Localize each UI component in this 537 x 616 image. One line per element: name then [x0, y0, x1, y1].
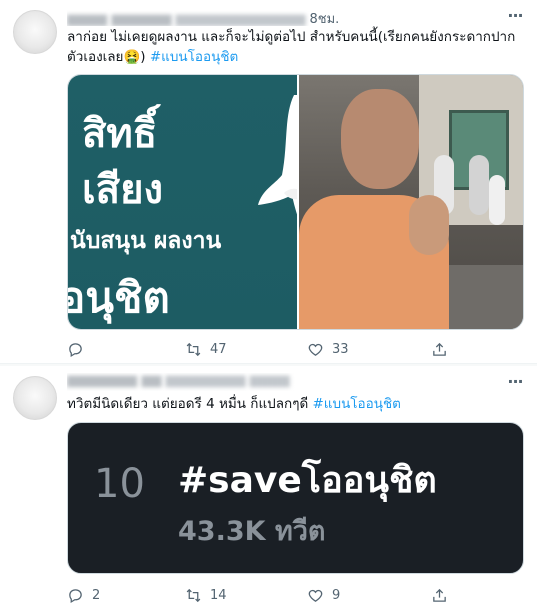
- tweet-body: ทวิตมีนิดเดียว แต่ยอดรี 4 หมื่น ก็แปลกๆด…: [67, 396, 313, 412]
- poster-line: สิทธิ์: [82, 111, 158, 157]
- tweet-actions: 47 33: [67, 338, 523, 360]
- avatar[interactable]: [13, 10, 57, 54]
- author-name-blurred[interactable]: ▆▆▆▆▆▆▆ ▆▆: [67, 373, 162, 388]
- bystander-shape: [469, 155, 489, 215]
- photo-image[interactable]: [299, 75, 523, 329]
- reply-icon: [69, 588, 82, 603]
- trend-rank: 10: [94, 461, 145, 507]
- like-button[interactable]: 9: [307, 584, 340, 606]
- hashtag-link[interactable]: #แบนโออนุชิต: [150, 49, 238, 65]
- tweet-body: ลาก่อย ไม่เคยดูผลงาน และก็จะไม่ดูต่อไป ส…: [67, 29, 516, 65]
- reply-count: 2: [92, 587, 101, 603]
- retweet-icon: [186, 342, 201, 356]
- poster-image[interactable]: สิทธิ์ เสียง นับสนุน ผลงาน อนุชิต: [68, 75, 297, 329]
- bystander-shape: [489, 175, 505, 225]
- tweet-header: ▆▆▆▆▆▆▆ ▆▆ ▆▆▆▆▆▆▆▆ ▆▆▆▆: [67, 373, 501, 391]
- author-name-blurred[interactable]: ▆▆▆▆ ▆▆▆▆▆▆: [67, 12, 172, 26]
- author-handle-blurred[interactable]: ▆▆▆▆▆▆▆▆▆▆▆▆▆: [176, 12, 306, 26]
- hashtag-link[interactable]: #แบนโออนุชิต: [313, 396, 401, 412]
- retweet-button[interactable]: 14: [185, 584, 227, 606]
- tweet-2[interactable]: ▆▆▆▆▆▆▆ ▆▆ ▆▆▆▆▆▆▆▆ ▆▆▆▆ ··· ทวิตมีนิดเดี…: [0, 366, 537, 616]
- like-count: 9: [332, 587, 341, 603]
- like-button[interactable]: 33: [307, 338, 349, 360]
- retweet-icon: [186, 588, 201, 602]
- heart-icon: [308, 343, 323, 356]
- author-handle-blurred[interactable]: ▆▆▆▆▆▆▆▆ ▆▆▆▆: [166, 373, 290, 388]
- more-icon[interactable]: ···: [505, 8, 525, 26]
- heart-icon: [308, 589, 323, 602]
- poster-line: เสียง: [82, 167, 164, 213]
- tweet-time[interactable]: 8ชม.: [309, 12, 339, 26]
- reply-button[interactable]: [67, 338, 92, 360]
- like-count: 33: [332, 341, 349, 357]
- share-icon: [433, 588, 446, 602]
- poster-line: อนุชิต: [68, 273, 170, 322]
- tweet-text: ทวิตมีนิดเดียว แต่ยอดรี 4 หมื่น ก็แปลกๆด…: [67, 394, 523, 414]
- retweet-count: 14: [210, 587, 227, 603]
- tweet-1[interactable]: ▆▆▆▆ ▆▆▆▆▆▆ ▆▆▆▆▆▆▆▆▆▆▆▆▆ 8ชม. ··· ลาก่อย …: [0, 0, 537, 364]
- man-head-shape: [341, 89, 419, 189]
- tweet-media[interactable]: สิทธิ์ เสียง นับสนุน ผลงาน อนุชิต: [67, 74, 524, 330]
- dove-icon: [258, 95, 297, 215]
- retweet-count: 47: [210, 341, 227, 357]
- reply-button[interactable]: 2: [67, 584, 100, 606]
- poster-line: นับสนุน ผลงาน: [70, 228, 222, 254]
- trend-hashtag: #saveโออนุชิต: [178, 460, 437, 501]
- hands-shape: [409, 195, 449, 255]
- trend-screenshot[interactable]: 10 #saveโออนุชิต 43.3K ทวีต: [67, 422, 524, 574]
- reply-icon: [69, 342, 82, 357]
- share-icon: [433, 342, 446, 356]
- tweet-actions: 2 14 9: [67, 584, 523, 606]
- avatar[interactable]: [13, 376, 57, 420]
- share-button[interactable]: [431, 584, 448, 606]
- trend-count: 43.3K ทวีต: [178, 516, 326, 547]
- retweet-button[interactable]: 47: [185, 338, 227, 360]
- more-icon[interactable]: ···: [505, 374, 525, 392]
- tweet-header: ▆▆▆▆ ▆▆▆▆▆▆ ▆▆▆▆▆▆▆▆▆▆▆▆▆ 8ชม.: [67, 8, 501, 26]
- tweet-text: ลาก่อย ไม่เคยดูผลงาน และก็จะไม่ดูต่อไป ส…: [67, 27, 523, 67]
- share-button[interactable]: [431, 338, 448, 360]
